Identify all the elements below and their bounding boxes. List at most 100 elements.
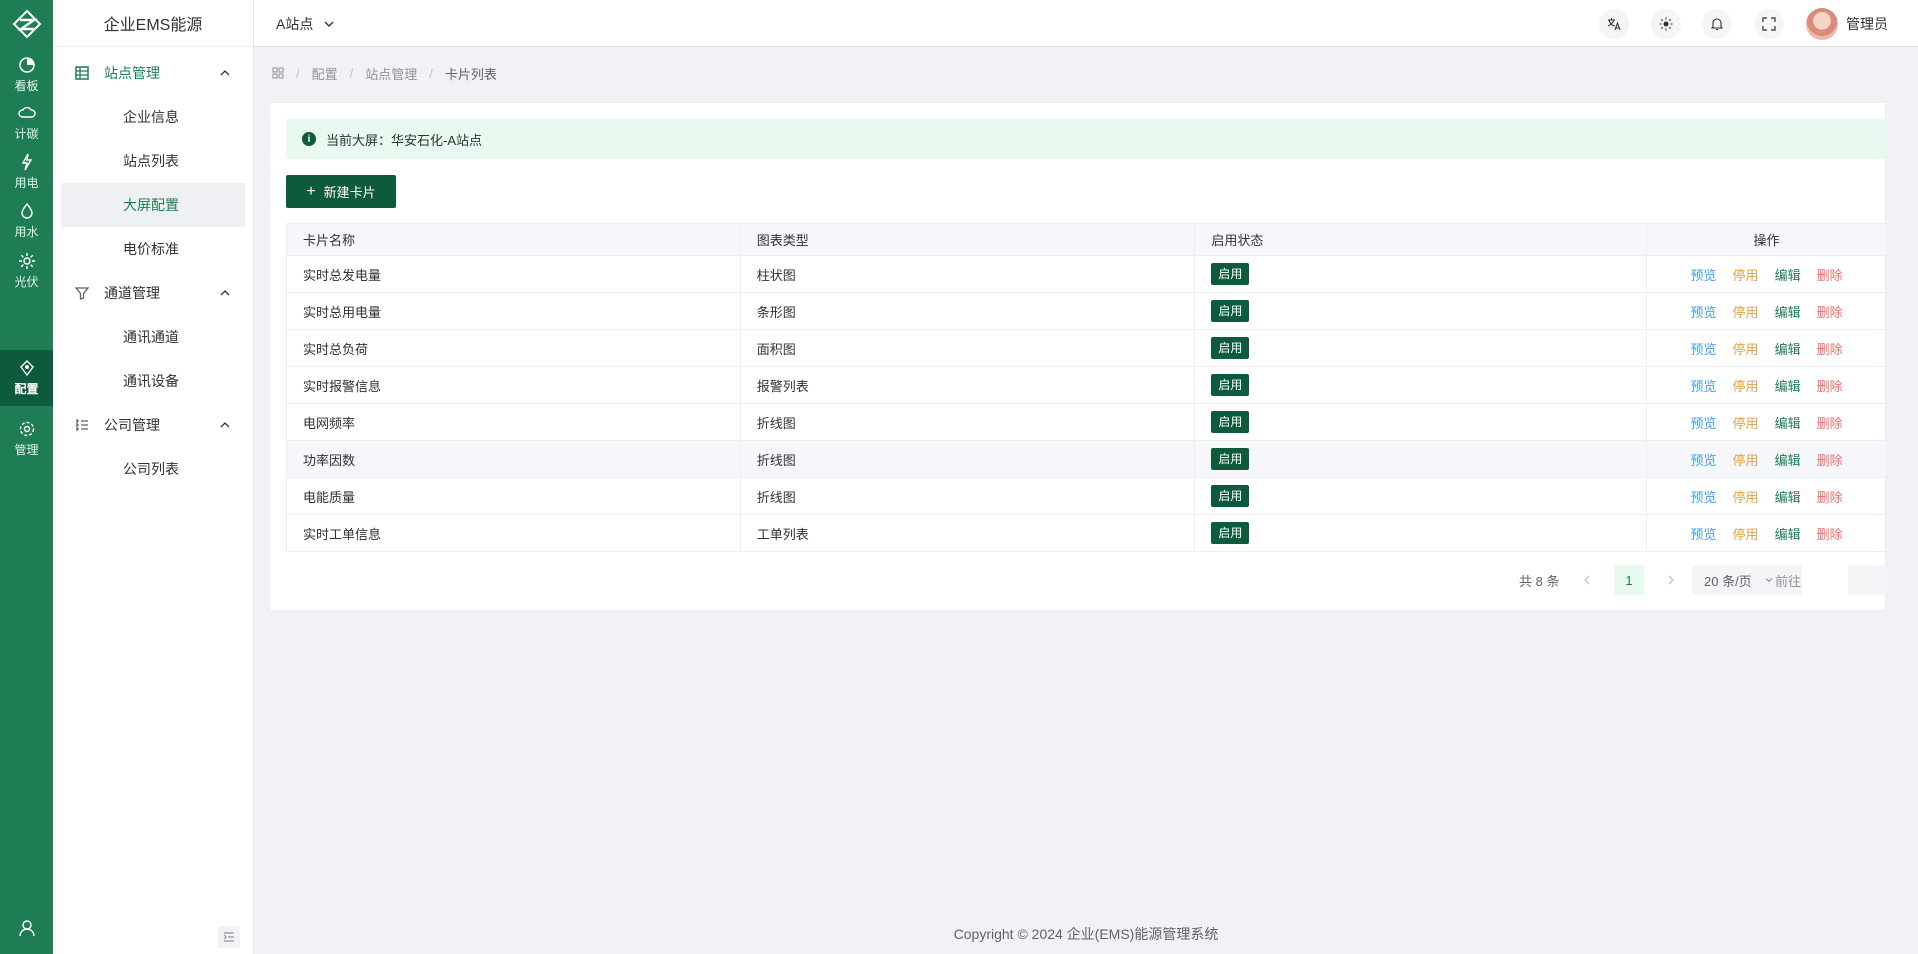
breadcrumb-item[interactable]: 站点管理 (365, 64, 417, 83)
logo-icon (12, 9, 41, 38)
chart-type-cell: 报警列表 (739, 366, 1196, 404)
menu-group-company[interactable]: 公司管理 (53, 403, 253, 447)
site-selector[interactable]: A站点 (276, 0, 335, 47)
disable-link[interactable]: 停用 (1733, 527, 1759, 542)
breadcrumb-item[interactable]: 配置 (312, 64, 338, 83)
table-row: 功率因数 折线图 启用 预览 停用 编辑 删除 (286, 440, 1887, 478)
plus-icon: + (306, 182, 316, 200)
preview-link[interactable]: 预览 (1691, 305, 1717, 320)
rail-label: 光伏 (14, 275, 39, 289)
disable-link[interactable]: 停用 (1733, 490, 1759, 505)
rail-item-electricity[interactable]: 用电 (0, 144, 53, 200)
rail-label: 管理 (14, 443, 39, 457)
sun-icon (1659, 17, 1673, 31)
delete-link[interactable]: 删除 (1817, 416, 1843, 431)
page-number[interactable]: 1 (1614, 565, 1644, 595)
preview-link[interactable]: 预览 (1691, 268, 1717, 283)
disable-link[interactable]: 停用 (1733, 268, 1759, 283)
sidebar-item-company-info[interactable]: 企业信息 (61, 95, 245, 139)
bell-icon (1710, 18, 1724, 31)
language-button[interactable] (1599, 9, 1629, 39)
delete-link[interactable]: 删除 (1817, 342, 1843, 357)
rail-user-button[interactable] (0, 918, 53, 938)
delete-link[interactable]: 删除 (1817, 490, 1843, 505)
icon-rail: 看板 计碳 用电 用水 光伏 配置 管理 (0, 0, 53, 954)
goto-page-input[interactable] (1848, 565, 1887, 595)
rail-item-config[interactable]: 配置 (0, 350, 53, 406)
theme-toggle-button[interactable] (1651, 9, 1681, 39)
delete-link[interactable]: 删除 (1817, 305, 1843, 320)
table-row: 电能质量 折线图 启用 预览 停用 编辑 删除 (286, 477, 1887, 515)
disable-link[interactable]: 停用 (1733, 379, 1759, 394)
chart-type-cell: 柱状图 (739, 255, 1196, 293)
breadcrumb-separator: / (429, 65, 433, 81)
column-header-type: 图表类型 (739, 223, 1196, 256)
sidebar-item-price-standard[interactable]: 电价标准 (61, 227, 245, 271)
sidebar-item-site-list[interactable]: 站点列表 (61, 139, 245, 183)
actions-cell: 预览 停用 编辑 删除 (1646, 477, 1887, 515)
sidebar: 企业EMS能源 站点管理 企业信息 站点列表 大屏配置 电价标准 通道管理 通讯… (53, 0, 254, 954)
rail-label: 计碳 (14, 127, 39, 141)
user-icon (18, 920, 35, 937)
table-row: 实时总发电量 柱状图 启用 预览 停用 编辑 删除 (286, 255, 1887, 293)
dashboard-icon (18, 57, 35, 73)
sidebar-item-company-list[interactable]: 公司列表 (61, 447, 245, 491)
edit-link[interactable]: 编辑 (1775, 379, 1801, 394)
sidebar-collapse-button[interactable] (218, 926, 240, 948)
card-name-cell: 功率因数 (286, 440, 741, 478)
rail-item-solar[interactable]: 光伏 (0, 243, 53, 299)
next-page-button[interactable] (1666, 565, 1676, 595)
edit-link[interactable]: 编辑 (1775, 416, 1801, 431)
sun-icon (18, 253, 35, 269)
delete-link[interactable]: 删除 (1817, 379, 1843, 394)
fullscreen-button[interactable] (1754, 9, 1784, 39)
disable-link[interactable]: 停用 (1733, 305, 1759, 320)
chart-type-cell: 条形图 (739, 292, 1196, 330)
edit-link[interactable]: 编辑 (1775, 268, 1801, 283)
prev-page-button[interactable] (1582, 565, 1592, 595)
disable-link[interactable]: 停用 (1733, 342, 1759, 357)
edit-link[interactable]: 编辑 (1775, 342, 1801, 357)
preview-link[interactable]: 预览 (1691, 416, 1717, 431)
preview-link[interactable]: 预览 (1691, 379, 1717, 394)
actions-cell: 预览 停用 编辑 删除 (1646, 440, 1887, 478)
delete-link[interactable]: 删除 (1817, 527, 1843, 542)
disable-link[interactable]: 停用 (1733, 453, 1759, 468)
status-badge: 启用 (1211, 337, 1250, 359)
preview-link[interactable]: 预览 (1691, 342, 1717, 357)
breadcrumb: / 配置 / 站点管理 / 卡片列表 (272, 62, 497, 84)
edit-link[interactable]: 编辑 (1775, 453, 1801, 468)
sidebar-item-screen-config[interactable]: 大屏配置 (61, 183, 245, 227)
menu-group-site[interactable]: 站点管理 (53, 51, 253, 95)
chevron-right-icon (1668, 575, 1674, 585)
disable-link[interactable]: 停用 (1733, 416, 1759, 431)
edit-link[interactable]: 编辑 (1775, 305, 1801, 320)
footer-copyright: Copyright © 2024 企业(EMS)能源管理系统 (953, 926, 1219, 942)
rail-item-carbon[interactable]: 计碳 (0, 95, 53, 151)
status-cell: 启用 (1194, 292, 1648, 330)
app-logo[interactable] (0, 0, 53, 47)
status-cell: 启用 (1194, 440, 1648, 478)
sidebar-item-comm-channel[interactable]: 通讯通道 (61, 315, 245, 359)
preview-link[interactable]: 预览 (1691, 490, 1717, 505)
edit-link[interactable]: 编辑 (1775, 527, 1801, 542)
status-cell: 启用 (1194, 255, 1648, 293)
breadcrumb-separator: / (349, 65, 354, 81)
card-name-cell: 实时总用电量 (286, 292, 741, 330)
new-card-button[interactable]: + 新建卡片 (286, 175, 396, 208)
delete-link[interactable]: 删除 (1817, 453, 1843, 468)
notification-button[interactable] (1702, 9, 1732, 39)
preview-link[interactable]: 预览 (1691, 453, 1717, 468)
user-menu[interactable]: 管理员 (1806, 7, 1888, 41)
edit-link[interactable]: 编辑 (1775, 490, 1801, 505)
delete-link[interactable]: 删除 (1817, 268, 1843, 283)
preview-link[interactable]: 预览 (1691, 527, 1717, 542)
rail-item-water[interactable]: 用水 (0, 193, 53, 249)
sidebar-brand: 企业EMS能源 (53, 0, 253, 47)
grid-home-icon[interactable] (272, 67, 284, 79)
list-icon (75, 66, 89, 80)
sidebar-item-comm-device[interactable]: 通讯设备 (61, 359, 245, 403)
rail-item-manage[interactable]: 管理 (0, 411, 53, 467)
content-card: i 当前大屏：华安石化-A站点 + 新建卡片 卡片名称 图表类型 启用状态 操作… (269, 102, 1887, 611)
menu-group-channel[interactable]: 通道管理 (53, 271, 253, 315)
